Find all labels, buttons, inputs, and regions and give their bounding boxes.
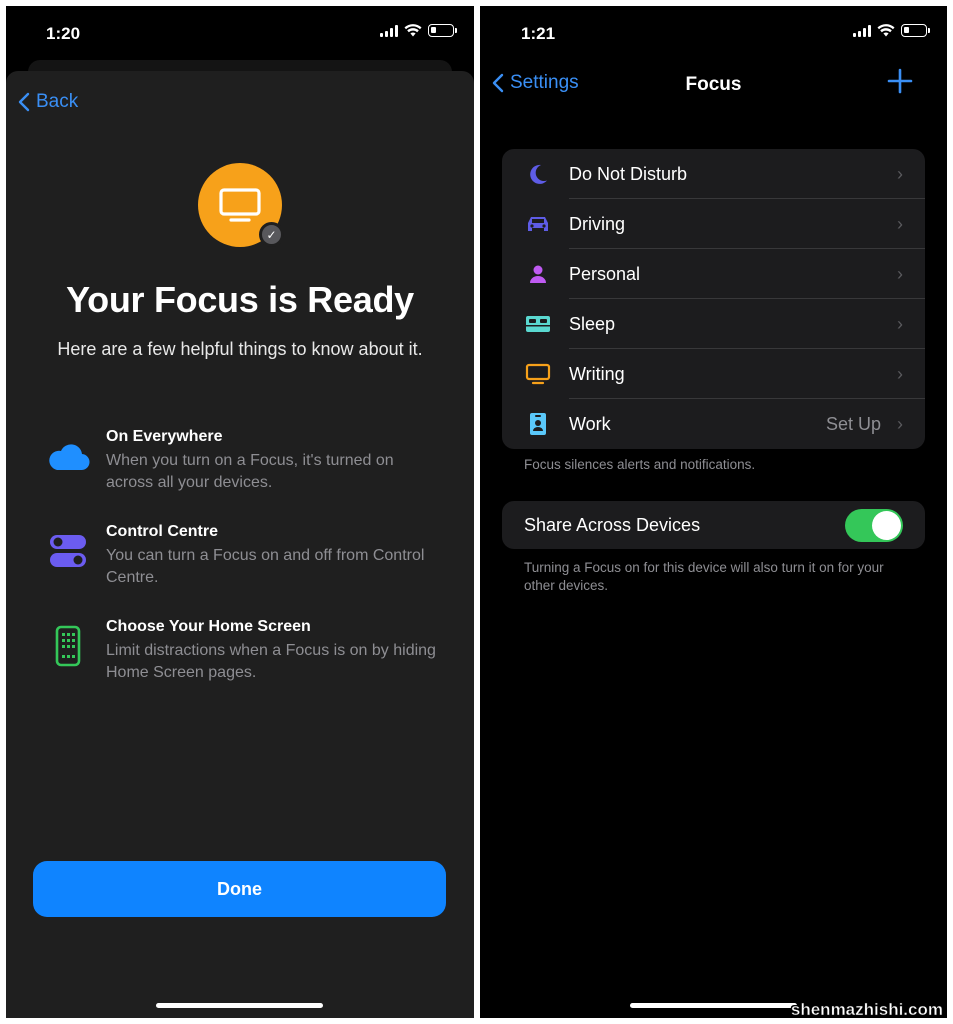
- feature-description: You can turn a Focus on and off from Con…: [106, 547, 425, 586]
- phone-home-screen-icon: [46, 624, 90, 668]
- status-bar: 1:21: [480, 6, 947, 62]
- toggles-icon: [46, 529, 90, 573]
- focus-label: Personal: [569, 263, 641, 284]
- focus-row-work[interactable]: Work Set Up ›: [502, 399, 925, 449]
- right-phone-screen: 1:21 Settings Focus Do Not Disturb › Dri…: [480, 6, 947, 1018]
- cellular-signal-icon: [853, 24, 871, 37]
- cellular-signal-icon: [380, 24, 398, 37]
- checkmark-icon: ✓: [259, 222, 284, 247]
- chevron-right-icon: ›: [897, 363, 903, 384]
- focus-row-writing[interactable]: Writing ›: [502, 349, 925, 399]
- person-icon: [520, 264, 556, 284]
- feature-title: Control Centre: [106, 523, 218, 540]
- wifi-icon: [877, 24, 895, 37]
- feature-title: On Everywhere: [106, 428, 223, 445]
- navigation-bar: Settings Focus: [480, 68, 947, 104]
- add-focus-button[interactable]: [887, 68, 913, 99]
- status-time: 1:21: [521, 24, 556, 43]
- focus-label: Work: [569, 413, 611, 434]
- feature-home-screen: Choose Your Home Screen Limit distractio…: [46, 618, 446, 684]
- focus-row-driving[interactable]: Driving ›: [502, 199, 925, 249]
- focus-label: Do Not Disturb: [569, 163, 688, 184]
- monitor-icon: [520, 363, 556, 385]
- chevron-right-icon: ›: [897, 263, 903, 284]
- share-across-devices-toggle[interactable]: [845, 509, 903, 542]
- battery-icon: [428, 24, 457, 37]
- share-across-devices-row: Share Across Devices: [502, 501, 925, 549]
- focus-label: Writing: [569, 363, 625, 384]
- watermark: shenmazhishi.com: [790, 1000, 944, 1020]
- done-button[interactable]: Done: [33, 861, 446, 917]
- moon-icon: [520, 163, 556, 185]
- focus-footnote: Focus silences alerts and notifications.: [524, 457, 756, 472]
- focus-label: Sleep: [569, 313, 616, 334]
- focus-row-sleep[interactable]: Sleep ›: [502, 299, 925, 349]
- battery-icon: [901, 24, 930, 37]
- home-indicator[interactable]: [156, 1003, 323, 1008]
- car-icon: [520, 214, 556, 234]
- focus-mode-list: Do Not Disturb › Driving › Personal › Sl…: [502, 149, 925, 449]
- focus-row-do-not-disturb[interactable]: Do Not Disturb ›: [502, 149, 925, 199]
- page-subtitle: Here are a few helpful things to know ab…: [57, 339, 423, 359]
- feature-description: When you turn on a Focus, it's turned on…: [106, 452, 394, 491]
- feature-description: Limit distractions when a Focus is on by…: [106, 642, 436, 681]
- back-label: Back: [36, 91, 79, 112]
- share-footnote: Turning a Focus on for this device will …: [524, 560, 884, 593]
- page-title: Focus: [685, 74, 742, 95]
- chevron-right-icon: ›: [897, 213, 903, 234]
- status-icons: [853, 24, 930, 37]
- back-button[interactable]: Back: [18, 91, 78, 113]
- status-bar: 1:20: [6, 6, 474, 62]
- set-up-value: Set Up: [825, 413, 881, 434]
- focus-row-personal[interactable]: Personal ›: [502, 249, 925, 299]
- chevron-left-icon: [18, 92, 30, 112]
- home-indicator[interactable]: [630, 1003, 797, 1008]
- bed-icon: [520, 315, 556, 333]
- page-title: Your Focus is Ready: [66, 279, 414, 320]
- left-phone-screen: 1:20 Back ✓ Your Focus is Ready Here are…: [6, 6, 474, 1018]
- feature-title: Choose Your Home Screen: [106, 618, 311, 635]
- feature-control-centre: Control Centre You can turn a Focus on a…: [46, 523, 446, 589]
- status-icons: [380, 24, 457, 37]
- id-badge-icon: [520, 412, 556, 436]
- toggle-knob: [872, 511, 901, 540]
- focus-ready-sheet: Back ✓ Your Focus is Ready Here are a fe…: [6, 71, 474, 1018]
- feature-on-everywhere: On Everywhere When you turn on a Focus, …: [46, 428, 446, 494]
- focus-label: Driving: [569, 213, 626, 234]
- chevron-right-icon: ›: [897, 163, 903, 184]
- chevron-right-icon: ›: [897, 313, 903, 334]
- cloud-icon: [46, 434, 90, 478]
- status-time: 1:20: [46, 24, 81, 43]
- wifi-icon: [404, 24, 422, 37]
- share-label: Share Across Devices: [524, 515, 701, 535]
- chevron-right-icon: ›: [897, 413, 903, 434]
- plus-icon: [887, 68, 913, 94]
